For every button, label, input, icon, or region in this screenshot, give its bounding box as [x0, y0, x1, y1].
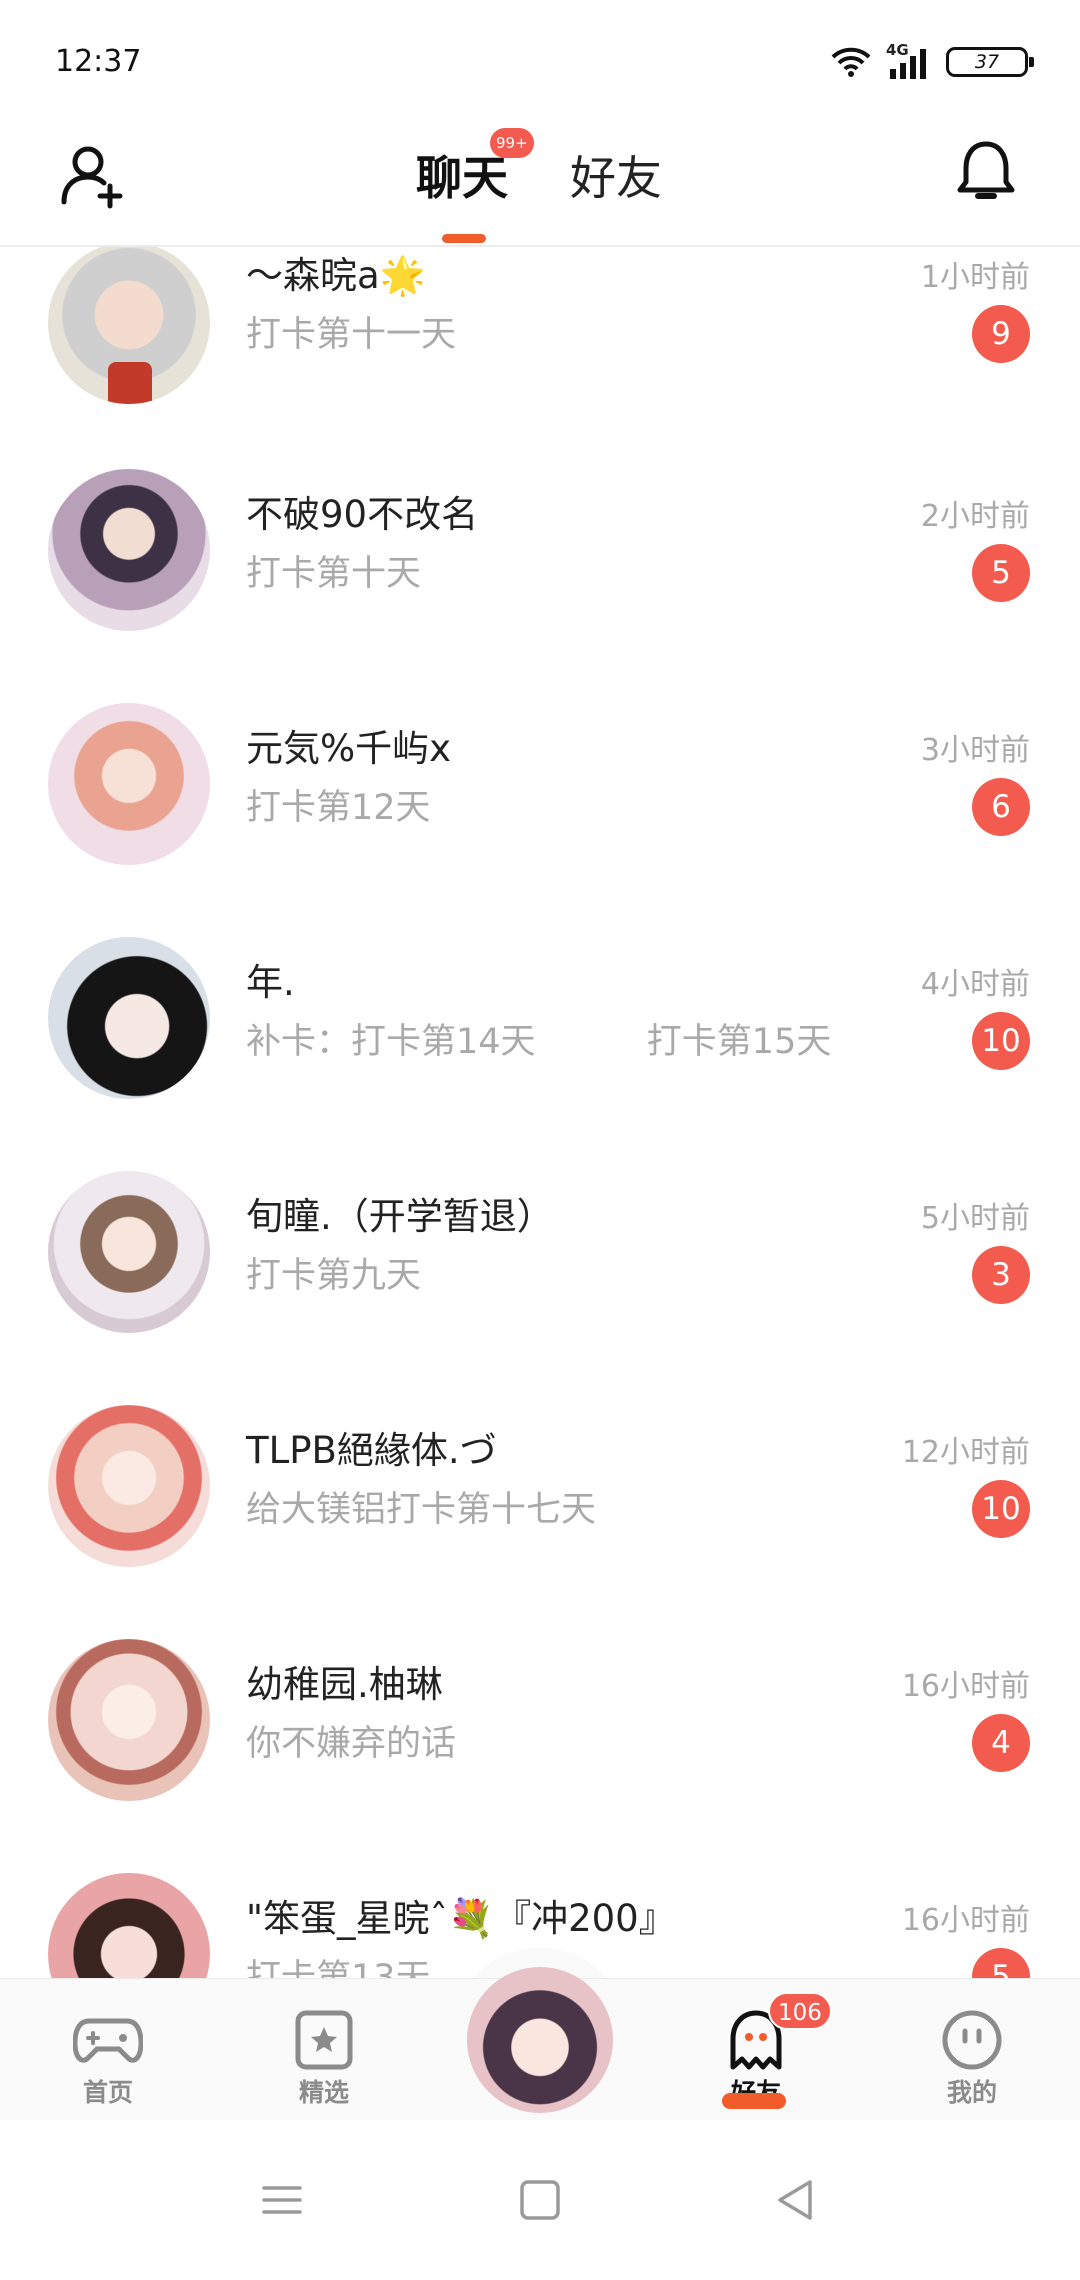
- active-tab-indicator: [442, 234, 486, 243]
- home-button[interactable]: [510, 2170, 570, 2230]
- chat-time: 1小时前: [920, 260, 1030, 295]
- chat-item[interactable]: 年. 补卡：打卡第14天 打卡第15天 4小时前 10: [0, 937, 1080, 1171]
- add-user-icon: [61, 146, 123, 209]
- system-nav-bar: [0, 2120, 1080, 2280]
- face-icon: [942, 2010, 1002, 2070]
- star-icon: [295, 2010, 353, 2070]
- battery-icon: 37: [946, 47, 1034, 77]
- nav-label: 我的: [946, 2078, 997, 2107]
- chat-unread-badge: 99+: [490, 128, 534, 158]
- home-icon: [520, 2180, 560, 2220]
- chat-time: 16小时前: [901, 1903, 1030, 1938]
- unread-badge: 10: [972, 1480, 1030, 1538]
- active-nav-indicator: [722, 2093, 786, 2109]
- menu-button[interactable]: [252, 2170, 312, 2230]
- status-icons: 4G 37: [830, 41, 1034, 82]
- chat-time: 3小时前: [920, 733, 1030, 768]
- status-bar: 12:37 4G 37: [0, 0, 1080, 110]
- chat-name: 元気%千屿x: [246, 727, 452, 770]
- status-time: 12:37: [55, 44, 142, 79]
- unread-badge: 3: [972, 1246, 1030, 1304]
- chat-list: ～森晥a🌟 打卡第十一天 1小时前 9 不破90不改名 打卡第十天 2小时前 5…: [0, 247, 1080, 1978]
- back-icon: [778, 2180, 812, 2220]
- chat-name: 旬瞳.（开学暂退）: [246, 1195, 554, 1238]
- notifications-button[interactable]: [950, 136, 1022, 208]
- chat-preview: 打卡第12天: [246, 788, 431, 828]
- nav-featured[interactable]: 精选: [254, 1979, 394, 2121]
- top-header: 聊天 99+ 好友: [0, 110, 1080, 247]
- chat-time: 2小时前: [920, 499, 1030, 534]
- chat-item[interactable]: 不破90不改名 打卡第十天 2小时前 5: [0, 469, 1080, 703]
- chat-name: TLPB絕緣体.づ: [246, 1429, 497, 1472]
- chat-time: 5小时前: [920, 1201, 1030, 1236]
- avatar[interactable]: [48, 1873, 210, 1978]
- chat-time: 12小时前: [901, 1435, 1030, 1470]
- avatar[interactable]: [48, 937, 210, 1099]
- avatar[interactable]: [48, 703, 210, 865]
- avatar[interactable]: [48, 1405, 210, 1567]
- center-character-button[interactable]: [467, 1967, 613, 2113]
- avatar-character-icon: [467, 1967, 613, 2113]
- gamepad-icon: [73, 2018, 143, 2063]
- nav-label: 首页: [82, 2078, 133, 2107]
- unread-badge: 10: [972, 1012, 1030, 1070]
- wifi-icon: [831, 47, 871, 77]
- chat-item[interactable]: 幼稚园.柚琳 你不嫌弃的话 16小时前 4: [0, 1639, 1080, 1873]
- unread-badge: 5: [972, 1948, 1030, 1978]
- unread-badge: 6: [972, 778, 1030, 836]
- avatar[interactable]: [48, 1171, 210, 1333]
- network-type: 4G: [886, 41, 909, 59]
- chat-preview: 打卡第十天: [246, 554, 422, 594]
- back-button[interactable]: [766, 2170, 826, 2230]
- avatar[interactable]: [48, 1639, 210, 1801]
- chat-name: 幼稚园.柚琳: [246, 1663, 443, 1706]
- chat-preview: 你不嫌弃的话: [246, 1724, 457, 1764]
- chat-name: "笨蛋_星晥ˆ💐『冲200』: [246, 1897, 676, 1940]
- chat-preview: 给大镁铝打卡第十七天: [246, 1490, 597, 1530]
- chat-name: 年.: [246, 961, 295, 1004]
- nav-label: 精选: [298, 2078, 349, 2107]
- nav-home[interactable]: 首页: [38, 1979, 178, 2121]
- nav-profile[interactable]: 我的: [902, 1979, 1042, 2121]
- tab-friends[interactable]: 好友: [570, 142, 662, 208]
- chat-preview: 补卡：打卡第14天 打卡第15天: [246, 1022, 832, 1062]
- unread-badge: 4: [972, 1714, 1030, 1772]
- chat-name: ～森晥a🌟: [246, 254, 426, 297]
- unread-badge: 5: [972, 544, 1030, 602]
- bell-icon: [957, 141, 1015, 199]
- chat-item[interactable]: TLPB絕緣体.づ 给大镁铝打卡第十七天 12小时前 10: [0, 1405, 1080, 1639]
- chat-time: 4小时前: [920, 967, 1030, 1002]
- avatar[interactable]: [48, 247, 210, 404]
- chat-item[interactable]: 旬瞳.（开学暂退） 打卡第九天 5小时前 3: [0, 1171, 1080, 1405]
- friends-badge: 106: [768, 1992, 832, 2030]
- chat-name: 不破90不改名: [246, 493, 479, 536]
- chat-time: 16小时前: [901, 1669, 1030, 1704]
- menu-icon: [262, 2186, 302, 2214]
- chat-preview: 打卡第十一天: [246, 315, 457, 355]
- add-friend-button[interactable]: [58, 140, 130, 212]
- chat-preview: 打卡第九天: [246, 1256, 422, 1296]
- signal-icon: 4G: [886, 41, 932, 79]
- chat-item[interactable]: ～森晥a🌟 打卡第十一天 1小时前 9: [0, 247, 1080, 469]
- chat-item[interactable]: 元気%千屿x 打卡第12天 3小时前 6: [0, 703, 1080, 937]
- chat-preview: 打卡第13天: [246, 1958, 431, 1978]
- unread-badge: 9: [972, 305, 1030, 363]
- avatar[interactable]: [48, 469, 210, 631]
